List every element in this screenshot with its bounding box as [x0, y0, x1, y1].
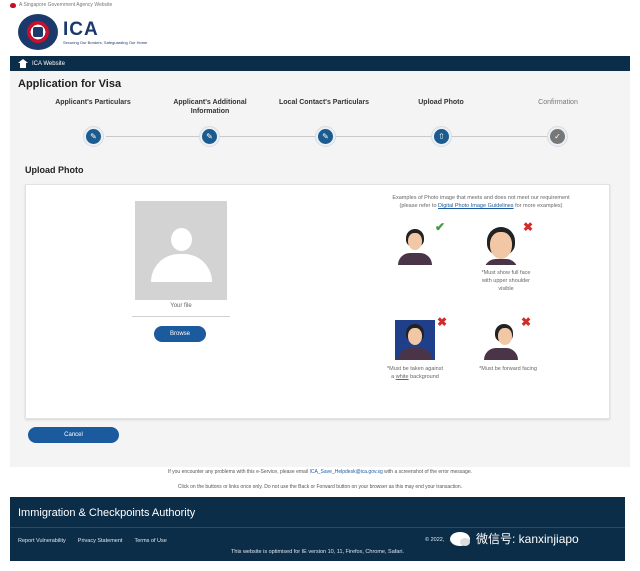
example-photo-too-close [481, 225, 521, 265]
page-title: Application for Visa [18, 78, 122, 90]
note-full-face: *Must show full face with upper shoulder… [481, 270, 531, 292]
gov-agency-bar: A Singapore Government Agency Website [10, 0, 630, 10]
step-label-additional-information: Applicant's Additional Information [173, 99, 247, 115]
terms-of-use-link[interactable]: Terms of Use [134, 538, 166, 544]
footer-title: Immigration & Checkpoints Authority [18, 507, 196, 519]
check-mark-icon: ✔ [435, 220, 446, 234]
step-local-contact[interactable]: ✎ [315, 126, 336, 147]
example-photo-correct [395, 225, 435, 265]
help-email-text: If you encounter any problems with this … [167, 469, 473, 475]
file-field-underline [132, 316, 230, 317]
step-applicant-particulars[interactable]: ✎ [83, 126, 104, 147]
helpdesk-email-link[interactable]: ICA_Save_Helpdesk@ica.gov.sg [309, 469, 382, 475]
upload-card: Your file Browse Examples of Photo image… [25, 184, 610, 419]
note-forward-facing: *Must be forward facing [479, 366, 537, 372]
your-file-label: Your file [170, 303, 192, 309]
example-photo-blue-background [395, 320, 435, 360]
ica-crest-icon [18, 14, 58, 50]
step-additional-information[interactable]: ✎ [199, 126, 220, 147]
avatar-placeholder-icon [171, 228, 192, 251]
note-white-background: *Must be taken against a white backgroun… [387, 366, 443, 380]
gov-agency-text: A Singapore Government Agency Website [19, 2, 113, 8]
step-label-upload-photo: Upload Photo [418, 99, 464, 106]
wechat-watermark: 微信号: kanxinjiapo [450, 530, 579, 547]
logo-tagline: Securing Our Borders, Safeguarding Our H… [63, 39, 148, 45]
site-header: ICA Securing Our Borders, Safeguarding O… [10, 10, 630, 56]
browser-support-note: This website is optimised for IE version… [231, 549, 404, 555]
step-confirmation: ✓ [547, 126, 568, 147]
upload-icon: ⇧ [434, 129, 449, 144]
wechat-icon [450, 531, 470, 546]
help-button-warning: Click on the buttons or links once only.… [177, 484, 463, 490]
step-label-applicant-particulars: Applicant's Particulars [55, 99, 131, 106]
pencil-icon: ✎ [86, 129, 101, 144]
step-label-local-contact: Local Contact's Particulars [279, 99, 369, 106]
stepper-line [106, 136, 566, 137]
photo-preview-placeholder [135, 201, 227, 300]
step-upload-photo[interactable]: ⇧ [431, 126, 452, 147]
footer-links: Report Vulnerability Privacy Statement T… [18, 538, 179, 544]
step-label-confirmation: Confirmation [538, 99, 578, 106]
ica-logo[interactable]: ICA Securing Our Borders, Safeguarding O… [18, 14, 147, 50]
report-vulnerability-link[interactable]: Report Vulnerability [18, 538, 66, 544]
home-icon[interactable] [18, 59, 28, 68]
logo-text: ICA [63, 18, 99, 40]
pencil-icon: ✎ [318, 129, 333, 144]
examples-caption: Examples of Photo image that meets and d… [392, 195, 570, 209]
check-icon: ✓ [550, 129, 565, 144]
section-title-upload-photo: Upload Photo [25, 165, 84, 175]
progress-stepper: Applicant's Particulars ✎ Applicant's Ad… [40, 98, 610, 148]
site-footer: Immigration & Checkpoints Authority Repo… [10, 497, 625, 561]
footer-copyright: © 2022, [425, 537, 445, 543]
cross-mark-icon: ✖ [523, 220, 534, 234]
privacy-statement-link[interactable]: Privacy Statement [78, 538, 123, 544]
cross-mark-icon: ✖ [521, 315, 532, 329]
nav-bar: ICA Website [10, 56, 630, 71]
main-content: Application for Visa Applicant's Particu… [10, 71, 630, 467]
cross-mark-icon: ✖ [437, 315, 448, 329]
ica-website-link[interactable]: ICA Website [32, 61, 65, 67]
lion-head-icon [10, 2, 16, 8]
pencil-icon: ✎ [202, 129, 217, 144]
photo-guidelines-link[interactable]: Digital Photo Image Guidelines [438, 203, 514, 209]
example-photo-side-facing [481, 320, 521, 360]
cancel-button[interactable]: Cancel [28, 427, 119, 443]
watermark-text: 微信号: kanxinjiapo [476, 532, 579, 546]
browse-button[interactable]: Browse [154, 326, 206, 342]
